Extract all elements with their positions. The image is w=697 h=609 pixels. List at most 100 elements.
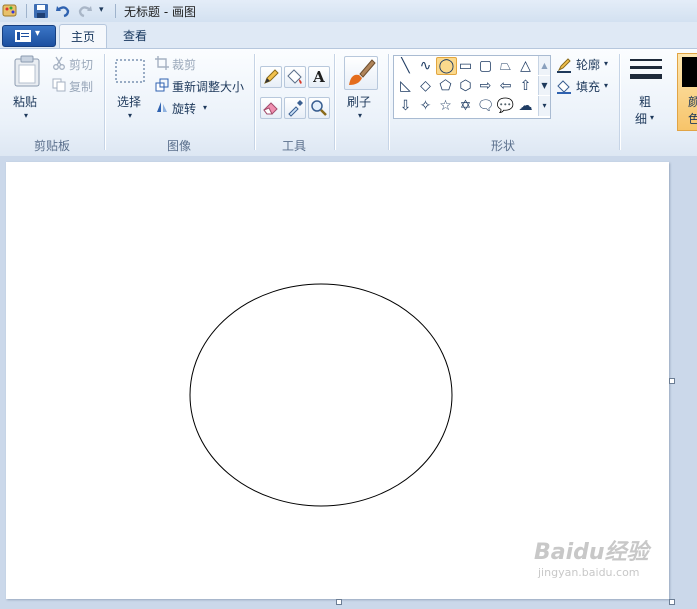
crop-icon: [155, 56, 169, 73]
brushes-label: 刷子: [347, 95, 372, 109]
quick-access-separator: [115, 4, 116, 18]
copy-button[interactable]: 复制: [69, 78, 93, 95]
rotate-dropdown-icon: ▾: [203, 103, 208, 112]
cut-button[interactable]: 剪切: [69, 56, 93, 73]
eraser-tool[interactable]: [260, 97, 282, 119]
outline-icon: [556, 57, 572, 76]
customize-toolbar-icon[interactable]: ▾: [99, 5, 104, 15]
scissors-icon: [52, 56, 66, 73]
shape-row3-0-icon[interactable]: ⇩: [396, 97, 415, 115]
quick-access-separator: [26, 4, 27, 18]
shape-row2-1-icon[interactable]: ◇: [416, 77, 435, 95]
drawn-ellipse[interactable]: [189, 283, 453, 507]
shape-row3-2-icon[interactable]: ☆: [436, 97, 455, 115]
size-button[interactable]: 粗 细 ▾: [626, 55, 666, 127]
group-separator: [334, 54, 335, 150]
pencil-icon: [264, 69, 279, 84]
color1-swatch: [682, 57, 697, 87]
shape-row2-3-icon[interactable]: ⬡: [456, 77, 475, 95]
shapes-scroll-down-button[interactable]: ▼: [538, 76, 550, 95]
window-title: 无标题 - 画图: [124, 5, 196, 19]
brushes-button[interactable]: 刷子 ▾: [342, 55, 380, 125]
canvas-resize-handle-corner[interactable]: [669, 599, 675, 605]
shape-row1-0-icon[interactable]: ╲: [396, 57, 415, 75]
shape-row2-5-icon[interactable]: ⇦: [496, 77, 515, 95]
shape-row3-4-icon[interactable]: 🗨: [476, 97, 495, 115]
shapes-more-button[interactable]: ▾: [538, 96, 550, 116]
shape-row3-6-icon[interactable]: ☁: [516, 97, 535, 115]
color-picker-tool[interactable]: [284, 97, 306, 119]
watermark-url: jingyan.baidu.com: [538, 566, 640, 579]
shape-row1-6-icon[interactable]: △: [516, 57, 535, 75]
fill-dropdown-icon: ▾: [604, 81, 609, 90]
shape-row3-5-icon[interactable]: 💬: [496, 97, 515, 115]
clipboard-icon: [13, 55, 41, 90]
title-bar: ▾ 无标题 - 画图: [0, 0, 697, 23]
drawing-canvas[interactable]: Baidu经验 jingyan.baidu.com: [6, 162, 669, 599]
shape-row2-2-icon[interactable]: ⬠: [436, 77, 455, 95]
rotate-icon: [155, 100, 169, 117]
fill-bucket-icon: [556, 78, 572, 97]
shape-row1-3-icon[interactable]: ▭: [456, 57, 475, 75]
save-icon[interactable]: [33, 3, 49, 22]
select-button[interactable]: 选择 ▾: [112, 55, 150, 125]
brushes-dropdown-icon: ▾: [358, 111, 363, 120]
group-separator: [104, 54, 105, 150]
shape-row1-4-icon[interactable]: ▢: [476, 57, 495, 75]
color1-label-2: 色: [688, 112, 697, 126]
chevron-down-icon: ▾: [35, 28, 41, 39]
group-separator: [254, 54, 255, 150]
magnifier-icon: [311, 100, 327, 116]
paint-menu-button[interactable]: ▾: [2, 25, 56, 47]
line-width-icon: [630, 57, 662, 88]
shape-row1-2-icon[interactable]: ◯: [436, 57, 457, 75]
group-separator: [619, 54, 620, 150]
shape-row3-3-icon[interactable]: ✡: [456, 97, 475, 115]
size-label-1: 粗: [639, 95, 652, 109]
select-label: 选择: [117, 95, 142, 109]
color1-label-1: 颜: [688, 95, 697, 109]
redo-icon[interactable]: [77, 3, 93, 22]
outline-button[interactable]: 轮廓: [576, 56, 600, 73]
magnifier-tool[interactable]: [308, 97, 330, 119]
brush-tile: [344, 56, 378, 90]
canvas-resize-handle-right[interactable]: [669, 378, 675, 384]
outline-dropdown-icon: ▾: [604, 59, 609, 68]
resize-button[interactable]: 重新调整大小: [172, 78, 244, 95]
paste-button[interactable]: 粘贴 ▾: [8, 55, 46, 125]
shape-row1-1-icon[interactable]: ∿: [416, 57, 435, 75]
watermark-logo-text: Baidu经验: [534, 540, 649, 565]
image-group-label: 图像: [167, 139, 192, 153]
shapes-scroll-up-button[interactable]: ▲: [538, 56, 550, 75]
paintbrush-icon: [349, 59, 376, 85]
rotate-button[interactable]: 旋转: [172, 100, 196, 117]
menu-icon: [15, 30, 31, 45]
tab-view[interactable]: 查看: [112, 24, 158, 48]
paste-label: 粘贴: [13, 95, 38, 109]
tab-home[interactable]: 主页: [59, 24, 107, 50]
watermark: Baidu经验 jingyan.baidu.com: [534, 534, 649, 579]
canvas-resize-handle-bottom[interactable]: [336, 599, 342, 605]
text-a-icon: A: [313, 68, 325, 86]
fill-tool[interactable]: [284, 66, 306, 88]
color1-button[interactable]: 颜 色: [677, 53, 697, 131]
paint-app-icon[interactable]: [2, 3, 18, 19]
text-tool[interactable]: A: [308, 66, 330, 88]
shape-row2-6-icon[interactable]: ⇧: [516, 77, 535, 95]
paste-dropdown-icon: ▾: [24, 111, 29, 120]
select-dropdown-icon: ▾: [128, 111, 133, 120]
resize-icon: [155, 78, 169, 95]
copy-icon: [52, 78, 66, 95]
clipboard-group-label: 剪贴板: [34, 139, 71, 153]
shape-row2-4-icon[interactable]: ⇨: [476, 77, 495, 95]
shape-row3-1-icon[interactable]: ✧: [416, 97, 435, 115]
shape-row1-5-icon[interactable]: ⏢: [496, 57, 515, 75]
crop-button[interactable]: 裁剪: [172, 56, 196, 73]
fill-button[interactable]: 填充: [576, 78, 600, 95]
pencil-tool[interactable]: [260, 66, 282, 88]
undo-icon[interactable]: [55, 3, 71, 22]
shape-row2-0-icon[interactable]: ◺: [396, 77, 415, 95]
paint-bucket-icon: [287, 69, 302, 84]
group-separator: [388, 54, 389, 150]
shapes-group-label: 形状: [491, 139, 516, 153]
